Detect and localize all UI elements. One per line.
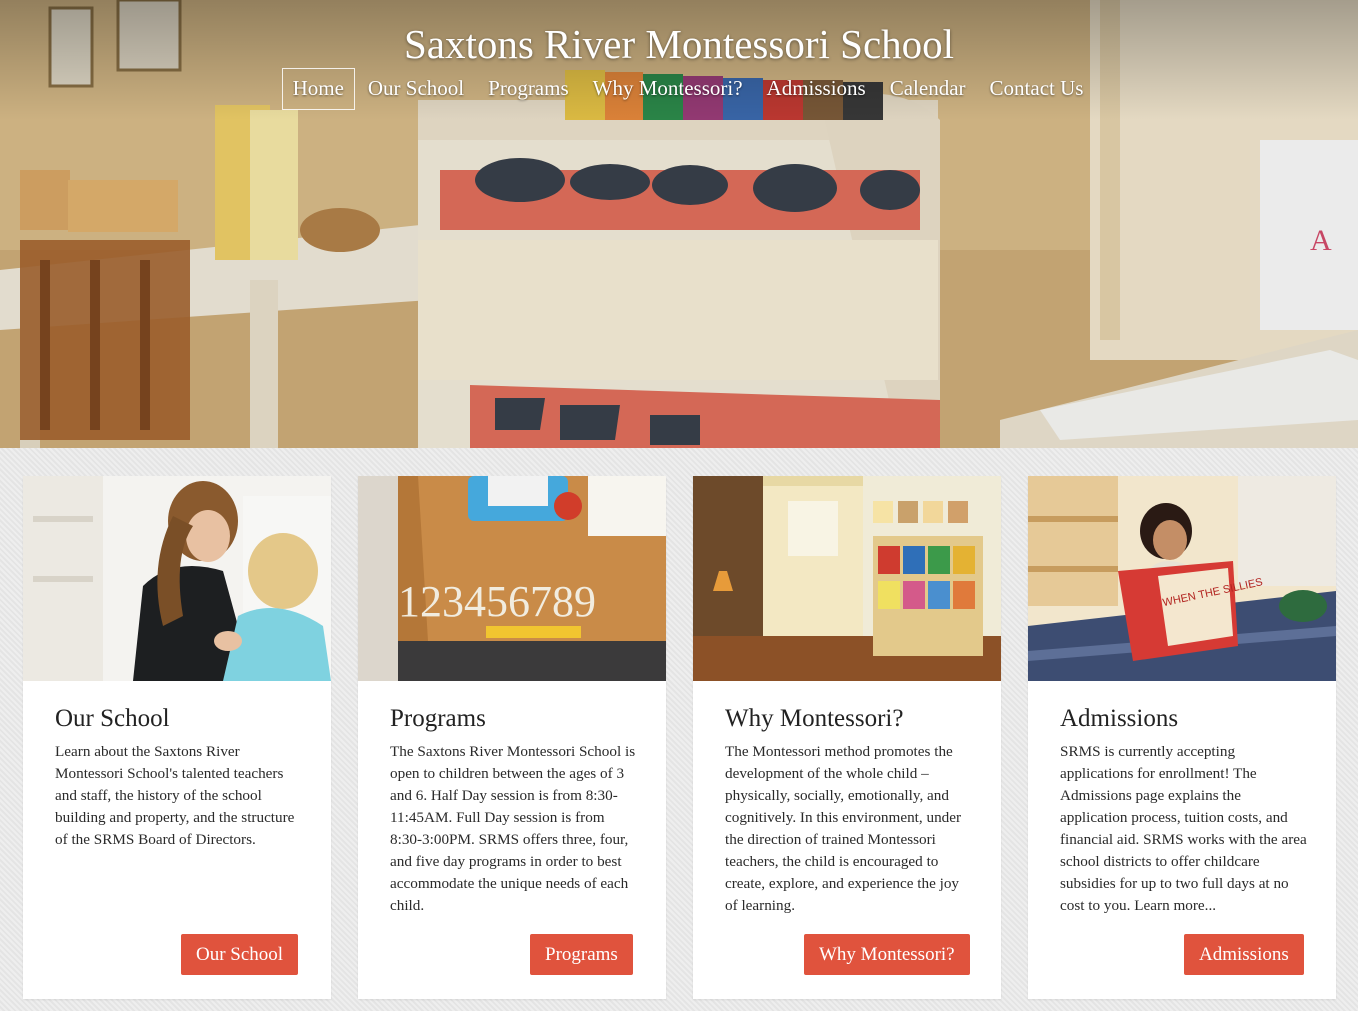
card-why-montessori-title: Why Montessori? xyxy=(725,705,904,732)
card-programs-title: Programs xyxy=(390,705,486,732)
nav-item-admissions[interactable]: Admissions xyxy=(756,68,877,110)
feature-cards: Our School Learn about the Saxtons River… xyxy=(23,476,1336,999)
nav-item-why-montessori[interactable]: Why Montessori? xyxy=(582,68,754,110)
hero-banner: A Saxtons River Montessori School Home O… xyxy=(0,0,1358,448)
card-why-montessori-text: The Montessori method promotes the devel… xyxy=(725,743,962,914)
nav-item-contact-us[interactable]: Contact Us xyxy=(979,68,1095,110)
card-our-school-text: Learn about the Saxtons River Montessori… xyxy=(55,743,295,848)
card-our-school-photo xyxy=(23,476,331,681)
card-programs: 123456789 Programs The Saxtons River Mon… xyxy=(358,476,666,999)
numbers-block-text: 123456789 xyxy=(398,577,596,626)
card-our-school: Our School Learn about the Saxtons River… xyxy=(23,476,331,999)
card-why-montessori-photo xyxy=(693,476,1001,681)
main-nav: Home Our School Programs Why Montessori?… xyxy=(0,68,1358,110)
card-admissions: WHEN THE SILLIES Admissions SRMS is curr… xyxy=(1028,476,1336,999)
nav-item-our-school[interactable]: Our School xyxy=(357,68,475,110)
nav-item-calendar[interactable]: Calendar xyxy=(879,68,977,110)
nav-item-home[interactable]: Home xyxy=(281,68,355,110)
site-title[interactable]: Saxtons River Montessori School xyxy=(0,20,1358,68)
card-our-school-title: Our School xyxy=(55,705,170,732)
why-montessori-button[interactable]: Why Montessori? xyxy=(804,934,970,975)
our-school-button[interactable]: Our School xyxy=(181,934,299,975)
card-admissions-text: SRMS is currently accepting applications… xyxy=(1060,743,1307,914)
nav-item-programs[interactable]: Programs xyxy=(477,68,580,110)
programs-button[interactable]: Programs xyxy=(530,934,633,975)
card-why-montessori: Why Montessori? The Montessori method pr… xyxy=(693,476,1001,999)
card-admissions-photo: WHEN THE SILLIES xyxy=(1028,476,1336,681)
admissions-button[interactable]: Admissions xyxy=(1184,934,1304,975)
card-programs-text: The Saxtons River Montessori School is o… xyxy=(390,743,636,914)
card-programs-photo: 123456789 xyxy=(358,476,666,681)
card-admissions-title: Admissions xyxy=(1060,705,1179,732)
